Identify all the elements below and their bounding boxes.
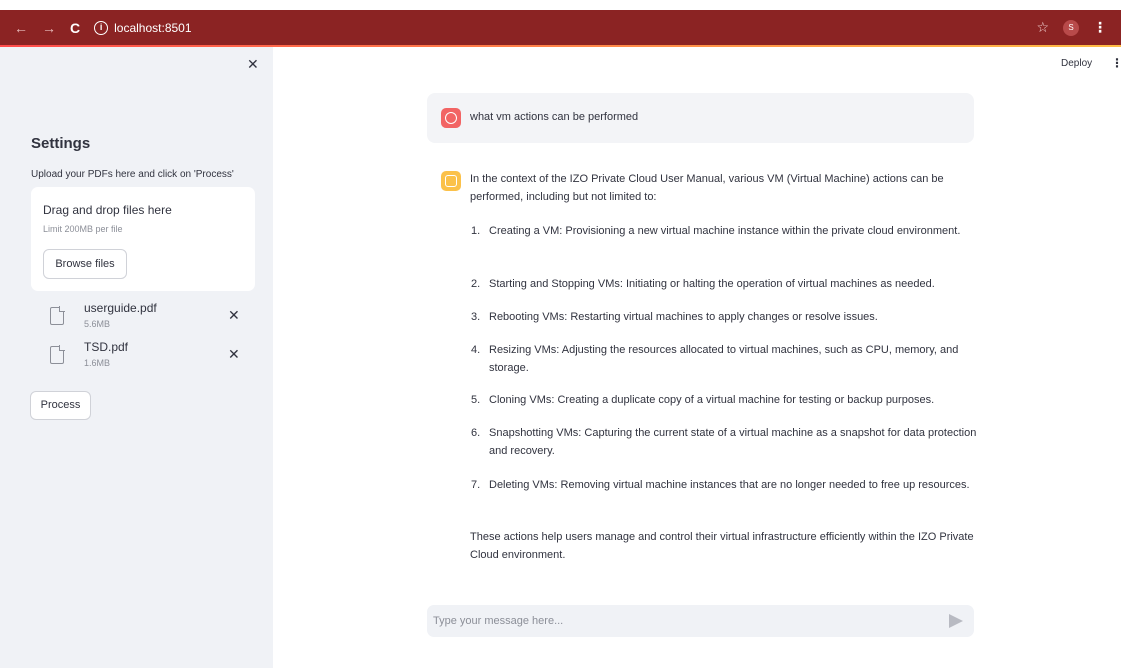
chat-input-box <box>427 605 974 637</box>
list-item: 3. Rebooting VMs: Restarting virtual mac… <box>471 311 878 323</box>
deploy-button[interactable]: Deploy <box>1061 58 1092 69</box>
browser-menu-icon[interactable]: ⋮ <box>1093 19 1107 36</box>
file-icon <box>50 306 65 325</box>
settings-heading: Settings <box>31 135 91 152</box>
profile-avatar[interactable]: S <box>1063 19 1079 36</box>
remove-file-icon[interactable]: ✕ <box>228 307 240 324</box>
list-item: 1. Creating a VM: Provisioning a new vir… <box>471 225 961 237</box>
browser-toolbar: ← → C i localhost:8501 ☆ S ⋮ <box>0 10 1121 45</box>
browse-files-button[interactable]: Browse files <box>43 249 127 279</box>
user-avatar-icon <box>441 108 461 128</box>
site-info-icon[interactable]: i <box>94 20 109 35</box>
file-icon <box>50 345 65 364</box>
chat-input[interactable] <box>433 611 913 631</box>
file-name: userguide.pdf <box>84 301 157 315</box>
main-menu-icon[interactable]: ⋮ <box>1111 56 1121 70</box>
remove-file-icon[interactable]: ✕ <box>228 346 240 363</box>
forward-arrow-icon[interactable]: → <box>42 20 56 36</box>
list-item: 2. Starting and Stopping VMs: Initiating… <box>471 278 935 290</box>
user-message-text: what vm actions can be performed <box>470 111 639 123</box>
address-bar[interactable]: localhost:8501 <box>114 21 191 35</box>
list-item: 4. Resizing VMs: Adjusting the resources… <box>471 344 959 374</box>
file-name: TSD.pdf <box>84 340 129 354</box>
list-item: 6. Snapshotting VMs: Capturing the curre… <box>471 427 977 457</box>
dropzone-limit: Limit 200MB per file <box>43 224 123 234</box>
close-sidebar-icon[interactable]: ✕ <box>247 56 259 73</box>
list-item: 5. Cloning VMs: Creating a duplicate cop… <box>471 394 935 406</box>
bookmark-star-icon[interactable]: ☆ <box>1036 19 1049 36</box>
browser-actions: ☆ S ⋮ <box>1036 19 1107 36</box>
assistant-avatar-icon <box>441 171 461 191</box>
file-dropzone[interactable]: Drag and drop files here Limit 200MB per… <box>31 187 255 291</box>
reload-icon[interactable]: C <box>70 20 80 36</box>
file-size: 1.6MB <box>84 358 111 368</box>
file-size: 5.6MB <box>84 319 111 329</box>
uploaded-file: TSD.pdf 1.6MB ✕ <box>50 340 250 376</box>
sidebar: ✕ Settings Upload your PDFs here and cli… <box>0 47 273 668</box>
window-top-strip <box>0 0 1121 10</box>
user-message: what vm actions can be performed <box>427 93 974 143</box>
assistant-intro: In the context of the IZO Private Cloud … <box>470 173 944 203</box>
process-button[interactable]: Process <box>30 391 91 420</box>
list-item: 7. Deleting VMs: Removing virtual machin… <box>471 479 970 491</box>
upload-instructions: Upload your PDFs here and click on 'Proc… <box>31 169 234 180</box>
uploaded-file: userguide.pdf 5.6MB ✕ <box>50 301 250 337</box>
send-icon[interactable] <box>949 614 963 628</box>
assistant-closing: These actions help users manage and cont… <box>470 531 974 561</box>
dropzone-title: Drag and drop files here <box>43 203 172 217</box>
back-arrow-icon[interactable]: ← <box>14 20 28 36</box>
